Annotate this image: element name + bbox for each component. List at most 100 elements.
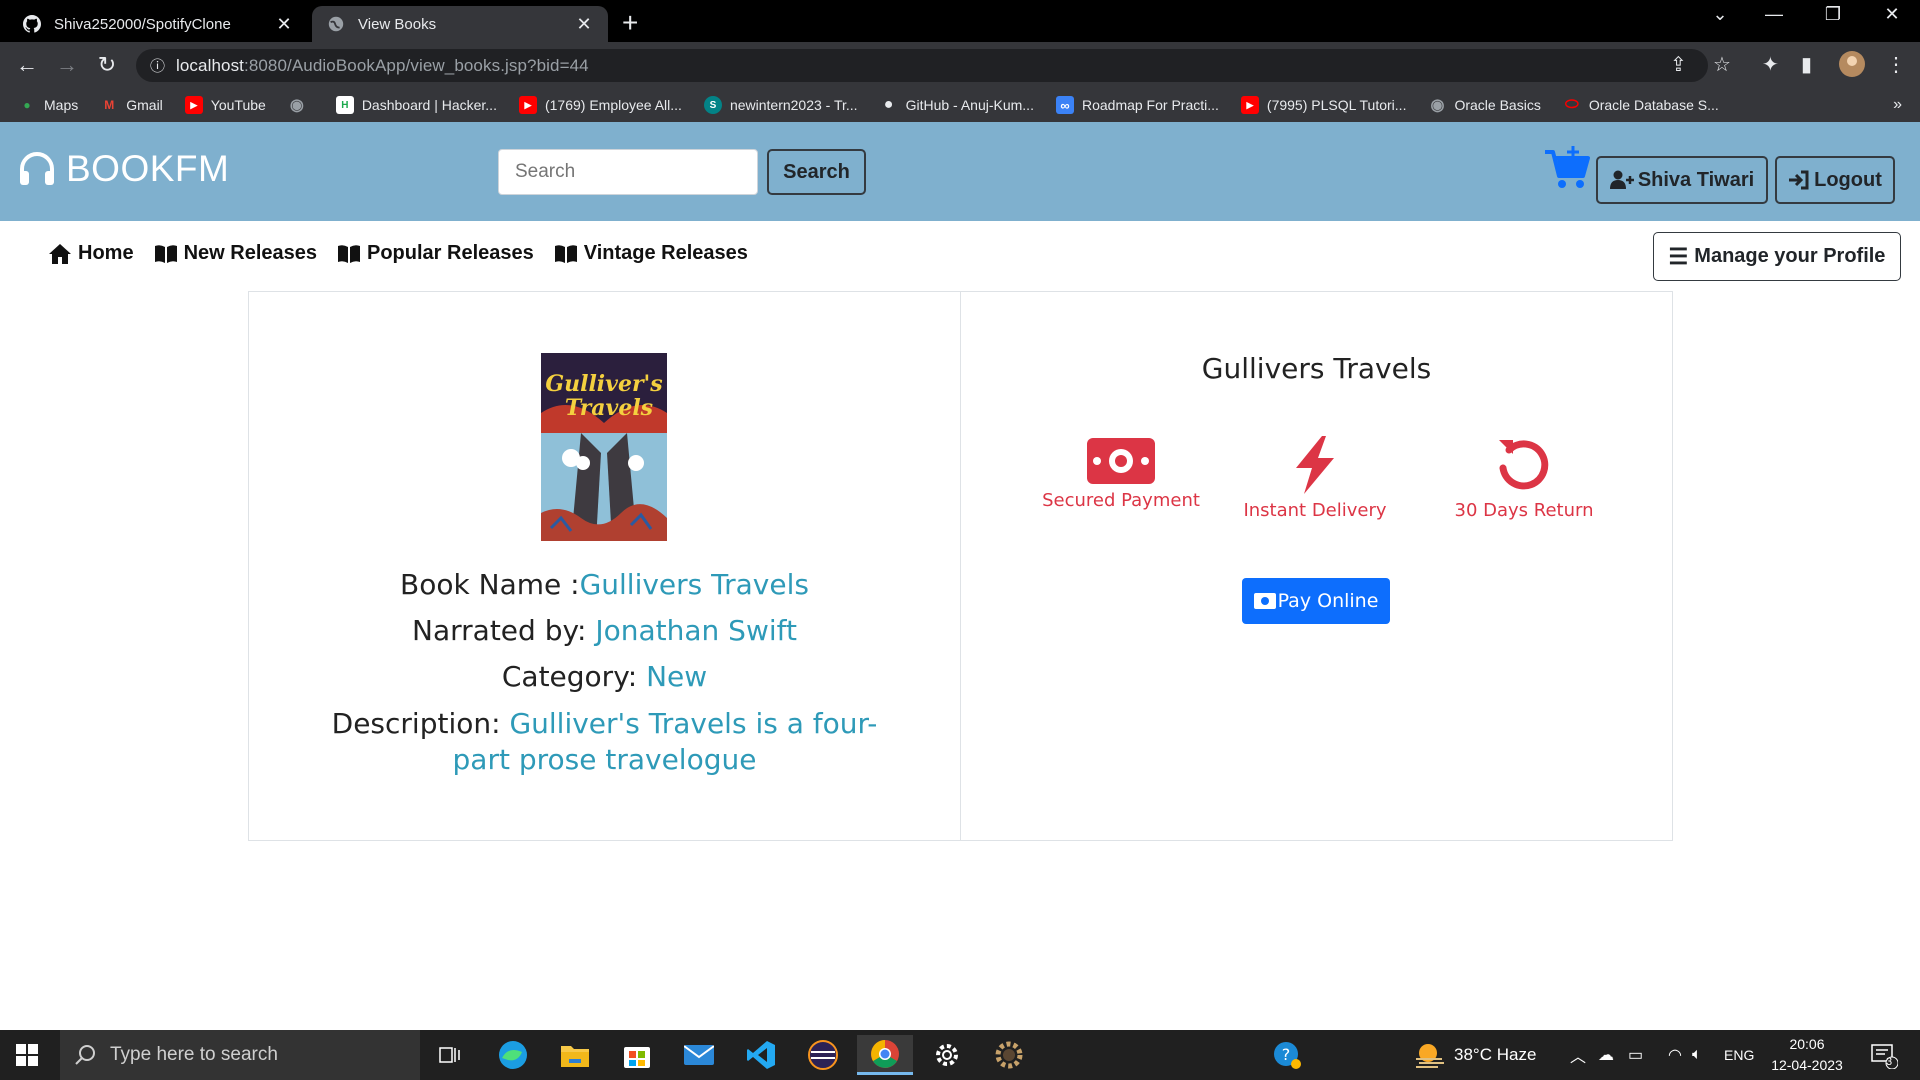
maps-icon: ● bbox=[23, 98, 31, 112]
book-name-row: Book Name :Gullivers Travels bbox=[400, 568, 809, 601]
narrator-value: Jonathan Swift bbox=[595, 614, 797, 647]
mail-icon[interactable] bbox=[671, 1035, 727, 1075]
bookmark-hackerrank[interactable]: H Dashboard | Hacker... bbox=[335, 96, 497, 114]
chrome-icon[interactable] bbox=[857, 1035, 913, 1075]
bookmark-youtube[interactable]: ▶ YouTube bbox=[184, 96, 266, 114]
vscode-icon[interactable] bbox=[733, 1035, 789, 1075]
bookmark-plsql[interactable]: ▶ (7995) PLSQL Tutori... bbox=[1240, 96, 1406, 114]
globe-icon: ◉ bbox=[289, 97, 304, 114]
microsoft-store-icon[interactable] bbox=[609, 1035, 665, 1075]
more-bookmarks-icon[interactable]: » bbox=[1893, 96, 1902, 114]
book-open-icon bbox=[338, 244, 360, 263]
book-name-value: Gullivers Travels bbox=[579, 568, 809, 601]
description-value: Gulliver's Travels is a four-part prose … bbox=[452, 707, 878, 776]
purchase-book-title: Gullivers Travels bbox=[1201, 352, 1432, 385]
profile-avatar[interactable] bbox=[1838, 50, 1866, 84]
logout-button[interactable]: Logout bbox=[1775, 156, 1895, 204]
purchase-panel: Gullivers Travels Secured Payment Instan… bbox=[960, 291, 1673, 841]
wifi-icon[interactable]: ◠ bbox=[1668, 1030, 1682, 1080]
tab-search-chevron-down-icon[interactable]: ⌄ bbox=[1700, 4, 1740, 25]
language-indicator[interactable]: ENG bbox=[1724, 1030, 1754, 1080]
gmail-icon: M bbox=[104, 98, 115, 112]
book-open-icon bbox=[154, 244, 177, 263]
sign-in-icon bbox=[1789, 170, 1809, 190]
brand-name: BOOKFM bbox=[66, 148, 230, 189]
bookmark-oracle-db[interactable]: ⬭ Oracle Database S... bbox=[1563, 96, 1719, 114]
infinity-icon: ∞ bbox=[1055, 96, 1074, 114]
search-input[interactable] bbox=[498, 149, 758, 195]
lightning-bolt-icon bbox=[1296, 436, 1334, 494]
system-clock[interactable]: 20:06 12-04-2023 bbox=[1762, 1034, 1852, 1076]
bookmark-github[interactable]: ● GitHub - Anuj-Kum... bbox=[880, 96, 1034, 114]
chrome-menu-icon[interactable]: ⋮ bbox=[1886, 52, 1906, 77]
minimize-button[interactable]: — bbox=[1754, 4, 1794, 25]
address-bar[interactable]: ⓘ localhost:8080/AudioBookApp/view_books… bbox=[136, 49, 1708, 82]
extensions-puzzle-icon[interactable]: ✦ bbox=[1762, 52, 1779, 77]
headphones-icon bbox=[20, 152, 54, 185]
brand-logo[interactable]: BOOKFM bbox=[18, 148, 229, 190]
money-bill-icon bbox=[1087, 438, 1155, 484]
bookmark-oracle-basics[interactable]: ◉ Oracle Basics bbox=[1428, 96, 1540, 114]
bookmark-star-icon[interactable]: ☆ bbox=[1713, 52, 1731, 77]
onedrive-icon[interactable]: ☁ bbox=[1598, 1030, 1614, 1080]
category-row: Category: New bbox=[501, 660, 708, 693]
site-info-icon[interactable]: ⓘ bbox=[150, 55, 176, 76]
home-icon bbox=[49, 243, 71, 264]
user-plus-icon bbox=[1609, 170, 1634, 189]
nav-new-releases[interactable]: New Releases bbox=[154, 242, 317, 265]
user-profile-button[interactable]: Shiva Tiwari bbox=[1596, 156, 1768, 204]
new-tab-button[interactable]: + bbox=[622, 8, 638, 38]
feature-30-days-return: 30 Days Return bbox=[1434, 436, 1614, 521]
edge-browser-icon[interactable] bbox=[485, 1035, 541, 1075]
taskbar-search-box[interactable]: Type here to search bbox=[60, 1030, 420, 1080]
bookmark-globe[interactable]: ◉ bbox=[288, 96, 314, 114]
bookmark-newintern[interactable]: Snewintern2023 - Tr... bbox=[703, 96, 858, 114]
app-gear-icon[interactable] bbox=[981, 1035, 1037, 1075]
tab-view-books[interactable]: View Books ✕ bbox=[312, 6, 608, 42]
eclipse-icon[interactable] bbox=[795, 1035, 851, 1075]
side-panel-icon[interactable]: ▮ bbox=[1801, 52, 1812, 77]
bookmark-maps[interactable]: ● Maps bbox=[18, 96, 78, 114]
pay-online-button[interactable]: Pay Online bbox=[1242, 578, 1390, 624]
youtube-icon: ▶ bbox=[184, 96, 203, 114]
github-icon: ● bbox=[883, 96, 894, 113]
bookmark-roadmap[interactable]: ∞ Roadmap For Practi... bbox=[1055, 96, 1219, 114]
notification-count: 3 bbox=[1886, 1056, 1893, 1068]
browser-toolbar: ← → ↻ ⓘ localhost:8080/AudioBookApp/view… bbox=[0, 42, 1920, 88]
sharepoint-icon: S bbox=[703, 96, 722, 114]
bookmark-employee[interactable]: ▶ (1769) Employee All... bbox=[518, 96, 682, 114]
forward-arrow-icon[interactable]: → bbox=[52, 50, 82, 80]
back-arrow-icon[interactable]: ← bbox=[12, 50, 42, 80]
restore-button[interactable]: ❐ bbox=[1813, 4, 1853, 25]
cart-icon[interactable] bbox=[1543, 146, 1591, 195]
oracle-icon: ⬭ bbox=[1564, 96, 1579, 113]
task-view-icon[interactable] bbox=[422, 1035, 478, 1075]
close-window-button[interactable]: ✕ bbox=[1872, 4, 1912, 25]
tab-github[interactable]: Shiva252000/SpotifyClone ✕ bbox=[8, 6, 308, 42]
nav-vintage-releases[interactable]: Vintage Releases bbox=[554, 242, 748, 265]
search-button[interactable]: Search bbox=[767, 149, 866, 195]
tab-title: Shiva252000/SpotifyClone bbox=[54, 15, 231, 33]
nav-popular-releases[interactable]: Popular Releases bbox=[337, 242, 534, 265]
share-icon[interactable]: ⇪ bbox=[1670, 52, 1687, 77]
book-open-icon bbox=[554, 244, 577, 263]
windows-start-icon[interactable] bbox=[16, 1044, 38, 1071]
tab-close-icon[interactable]: ✕ bbox=[274, 14, 294, 35]
youtube-icon: ▶ bbox=[518, 96, 537, 114]
notifications-icon[interactable]: 3 bbox=[1870, 1030, 1898, 1080]
narrator-row: Narrated by: Jonathan Swift bbox=[412, 614, 797, 647]
nav-home[interactable]: Home bbox=[48, 242, 134, 265]
file-explorer-icon[interactable] bbox=[547, 1035, 603, 1075]
menu-bars-icon: ☰ bbox=[1668, 243, 1689, 269]
bookmark-gmail[interactable]: M Gmail bbox=[100, 96, 163, 114]
help-icon[interactable]: ? bbox=[1272, 1030, 1302, 1080]
weather-widget[interactable]: 38°C Haze bbox=[1414, 1030, 1536, 1080]
tray-chevron-up-icon[interactable]: ︿ bbox=[1570, 1030, 1586, 1080]
volume-icon[interactable]: 🔈︎ bbox=[1692, 1030, 1702, 1080]
settings-gear-icon[interactable] bbox=[919, 1035, 975, 1075]
manage-profile-button[interactable]: ☰ Manage your Profile bbox=[1653, 232, 1901, 281]
tab-close-icon[interactable]: ✕ bbox=[574, 14, 594, 35]
browser-tab-strip: Shiva252000/SpotifyClone ✕ View Books ✕ … bbox=[0, 0, 1920, 42]
reload-icon[interactable]: ↻ bbox=[92, 50, 122, 80]
battery-icon[interactable]: ▭ bbox=[1628, 1030, 1643, 1080]
